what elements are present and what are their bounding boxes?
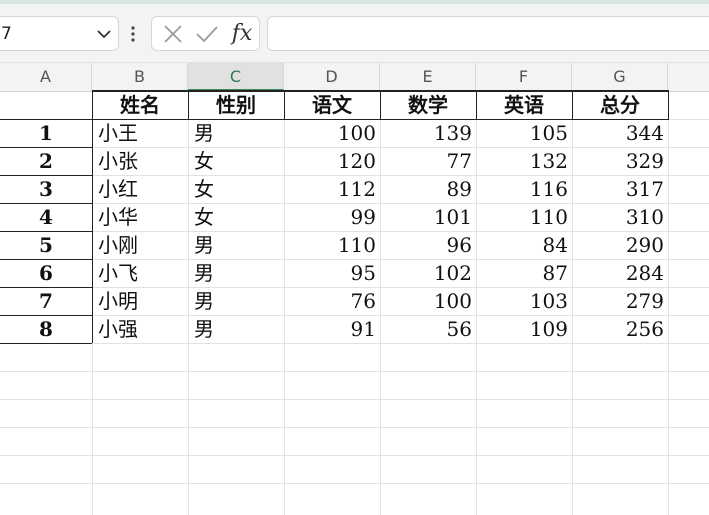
english-cell[interactable]: 110 [476,203,572,231]
math-cell[interactable]: 139 [380,119,476,147]
formula-input[interactable] [267,16,709,51]
rank-cell[interactable]: 4 [0,203,92,231]
rank-column-border [92,119,93,343]
header-divider [572,91,573,119]
name-cell[interactable]: 小强 [92,315,188,343]
chinese-cell[interactable]: 112 [284,175,380,203]
column-header-a[interactable]: A [0,63,92,91]
gender-cell[interactable]: 男 [188,259,284,287]
chinese-cell[interactable]: 76 [284,287,380,315]
name-cell[interactable]: 小王 [92,119,188,147]
total-cell[interactable]: 279 [572,287,668,315]
column-header-b[interactable]: B [92,63,188,91]
name-cell[interactable]: 小飞 [92,259,188,287]
formula-actions: fx [151,16,260,51]
more-vertical-icon[interactable] [130,25,136,43]
name-cell[interactable]: 小红 [92,175,188,203]
rank-border [0,343,92,344]
insert-function-button[interactable]: fx [226,17,258,50]
total-cell[interactable]: 317 [572,175,668,203]
column-header-f[interactable]: F [476,63,572,91]
rank-border [0,315,92,316]
chinese-cell[interactable]: 100 [284,119,380,147]
rank-cell[interactable]: 1 [0,119,92,147]
total-cell[interactable]: 256 [572,315,668,343]
english-cell[interactable]: 116 [476,175,572,203]
header-divider [188,91,189,119]
header-gender[interactable]: 性别 [188,91,284,119]
chinese-cell[interactable]: 91 [284,315,380,343]
gender-cell[interactable]: 女 [188,203,284,231]
header-divider [380,91,381,119]
header-divider [476,91,477,119]
math-cell[interactable]: 101 [380,203,476,231]
english-cell[interactable]: 105 [476,119,572,147]
rank-cell[interactable]: 2 [0,147,92,175]
rank-border [0,231,92,232]
chinese-cell[interactable]: 95 [284,259,380,287]
rank-border [0,175,92,176]
gender-cell[interactable]: 女 [188,175,284,203]
math-cell[interactable]: 56 [380,315,476,343]
column-header-d[interactable]: D [284,63,380,91]
english-cell[interactable]: 103 [476,287,572,315]
chevron-down-icon[interactable] [96,28,112,40]
math-cell[interactable]: 102 [380,259,476,287]
rank-border [0,119,92,120]
header-total[interactable]: 总分 [572,91,668,119]
rank-border [0,147,92,148]
chinese-cell[interactable]: 120 [284,147,380,175]
name-box-value: 7 [1,24,12,44]
rank-cell[interactable]: 5 [0,231,92,259]
math-cell[interactable]: 100 [380,287,476,315]
column-header-c[interactable]: C [188,63,284,91]
name-cell[interactable]: 小张 [92,147,188,175]
chinese-cell[interactable]: 110 [284,231,380,259]
header-math[interactable]: 数学 [380,91,476,119]
column-header-e[interactable]: E [380,63,476,91]
name-box[interactable]: 7 [0,16,119,51]
rank-cell[interactable]: 8 [0,315,92,343]
total-cell[interactable]: 284 [572,259,668,287]
header-divider [92,91,93,119]
gender-cell[interactable]: 女 [188,147,284,175]
chinese-cell[interactable]: 99 [284,203,380,231]
rank-border [0,203,92,204]
gender-cell[interactable]: 男 [188,231,284,259]
header-name[interactable]: 姓名 [92,91,188,119]
math-cell[interactable]: 96 [380,231,476,259]
name-cell[interactable]: 小华 [92,203,188,231]
rank-cell[interactable]: 6 [0,259,92,287]
header-bottom-border [92,119,669,120]
name-cell[interactable]: 小明 [92,287,188,315]
english-cell[interactable]: 109 [476,315,572,343]
total-cell[interactable]: 290 [572,231,668,259]
math-cell[interactable]: 77 [380,147,476,175]
rank-border [0,287,92,288]
formula-bar: 7 fx [0,4,709,63]
gender-cell[interactable]: 男 [188,315,284,343]
rank-cell[interactable]: 3 [0,175,92,203]
english-cell[interactable]: 132 [476,147,572,175]
header-divider [668,91,669,119]
column-headers: A B C D E F G [0,63,709,92]
english-cell[interactable]: 84 [476,231,572,259]
math-cell[interactable]: 89 [380,175,476,203]
column-header-g[interactable]: G [572,63,668,91]
total-cell[interactable]: 344 [572,119,668,147]
spreadsheet-grid[interactable]: 姓名 性别 语文 数学 英语 总分 1 小王 男 100 139 105 344… [0,90,709,515]
header-divider [284,91,285,119]
check-icon[interactable] [192,17,222,50]
name-cell[interactable]: 小刚 [92,231,188,259]
header-english[interactable]: 英语 [476,91,572,119]
gender-cell[interactable]: 男 [188,119,284,147]
close-icon[interactable] [158,17,188,50]
gender-cell[interactable]: 男 [188,287,284,315]
english-cell[interactable]: 87 [476,259,572,287]
rank-border [0,259,92,260]
total-cell[interactable]: 310 [572,203,668,231]
total-cell[interactable]: 329 [572,147,668,175]
header-chinese[interactable]: 语文 [284,91,380,119]
rank-cell[interactable]: 7 [0,287,92,315]
